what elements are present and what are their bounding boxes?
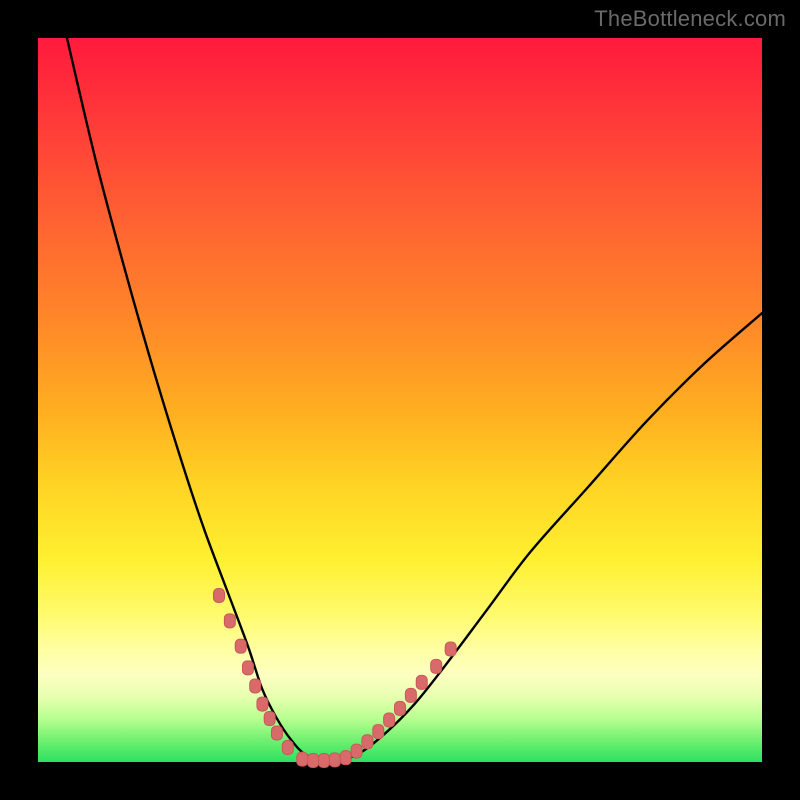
curve-marker <box>214 588 225 602</box>
curve-marker <box>340 751 351 765</box>
curve-marker <box>416 675 427 689</box>
chart-svg <box>38 38 762 762</box>
curve-marker <box>351 744 362 758</box>
curve-marker <box>445 642 456 656</box>
curve-marker <box>224 614 235 628</box>
chart-frame: TheBottleneck.com <box>0 0 800 800</box>
curve-marker <box>257 697 268 711</box>
curve-marker <box>395 701 406 715</box>
curve-marker <box>242 661 253 675</box>
curve-marker <box>373 725 384 739</box>
curve-marker <box>250 679 261 693</box>
curve-marker <box>431 659 442 673</box>
curve-marker <box>235 639 246 653</box>
curve-marker <box>362 735 373 749</box>
curve-marker <box>282 741 293 755</box>
curve-marker <box>329 753 340 767</box>
watermark-text: TheBottleneck.com <box>594 6 786 32</box>
plot-area <box>38 38 762 762</box>
curve-marker <box>308 754 319 768</box>
curve-marker <box>384 713 395 727</box>
bottleneck-curve <box>67 38 762 762</box>
marker-group <box>214 588 457 767</box>
curve-marker <box>318 754 329 768</box>
curve-marker <box>264 712 275 726</box>
curve-marker <box>405 688 416 702</box>
curve-marker <box>297 752 308 766</box>
curve-marker <box>271 726 282 740</box>
